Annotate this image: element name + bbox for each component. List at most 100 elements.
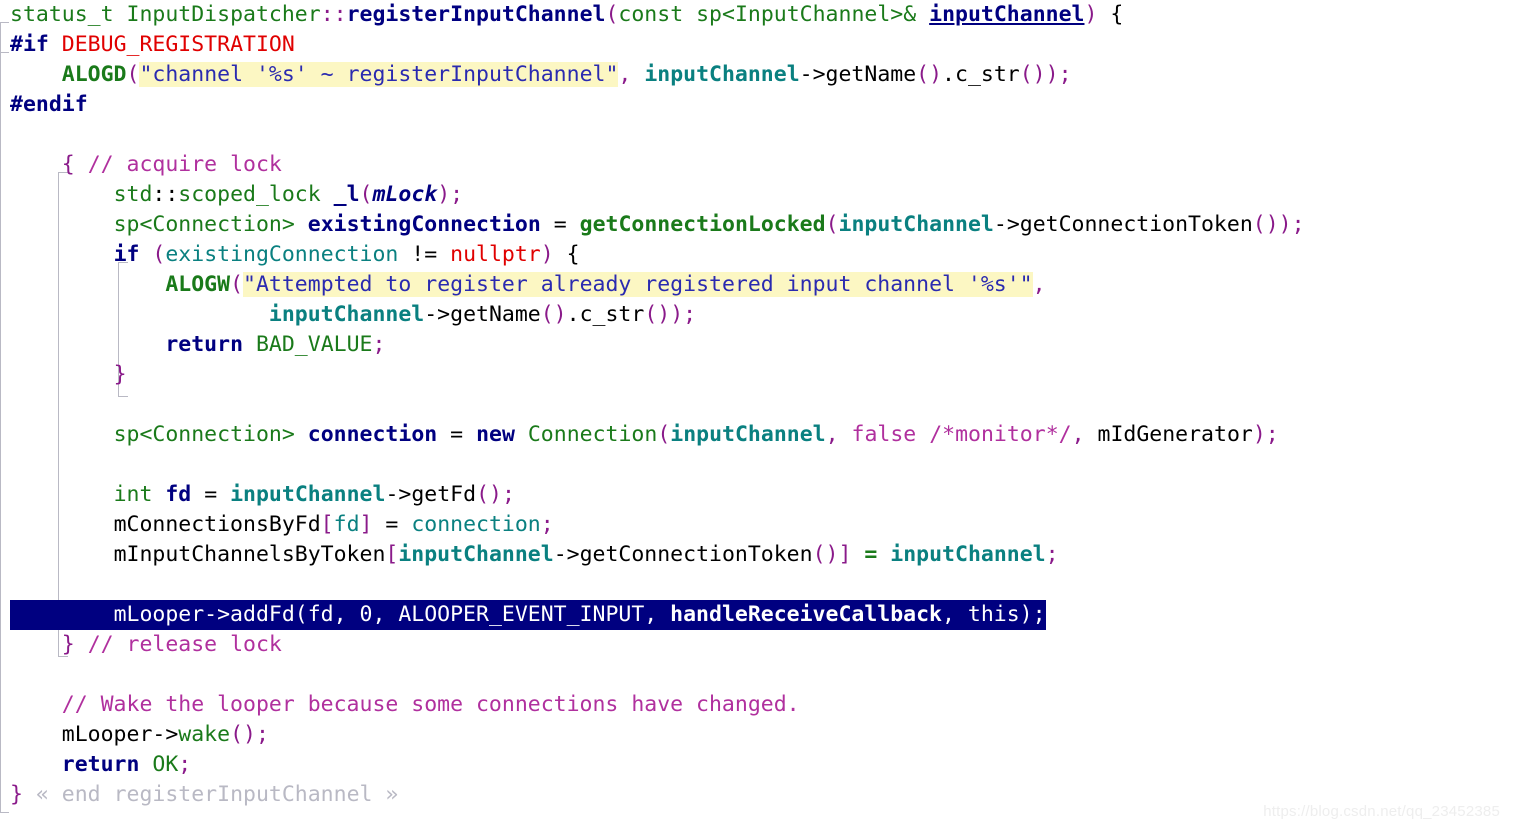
code-line[interactable]: sp<Connection> connection = new Connecti…	[0, 420, 1514, 450]
code-token: if	[113, 242, 140, 267]
code-line[interactable]: ALOGD("channel '%s' ~ registerInputChann…	[0, 60, 1514, 90]
code-line[interactable]	[0, 570, 1514, 600]
code-token: inputChannel	[670, 422, 826, 447]
code-token: =	[437, 422, 477, 447]
code-token: ())	[1252, 212, 1292, 237]
code-line[interactable]: { // acquire lock	[0, 150, 1514, 180]
code-text: } « end registerInputChannel »	[10, 780, 398, 810]
code-token: DEBUG_REGISTRATION	[61, 32, 295, 57]
code-line[interactable]: // Wake the looper because some connecti…	[0, 690, 1514, 720]
code-token: ()	[812, 542, 839, 567]
code-token: ;	[540, 512, 554, 537]
code-line[interactable]: if (existingConnection != nullptr) {	[0, 240, 1514, 270]
code-token: ;	[255, 722, 269, 747]
code-editor[interactable]: status_t InputDispatcher::registerInputC…	[0, 0, 1514, 830]
code-text: sp<Connection> connection = new Connecti…	[10, 420, 1279, 450]
code-token: {	[1097, 2, 1124, 27]
code-token: mLooper	[61, 722, 153, 747]
code-token: fd	[333, 512, 360, 537]
code-token: )	[1084, 2, 1098, 27]
code-token: (	[359, 182, 373, 207]
code-token: false	[851, 422, 917, 447]
code-text: ALOGD("channel '%s' ~ registerInputChann…	[10, 60, 1072, 90]
code-text: int fd = inputChannel->getFd();	[10, 480, 515, 510]
code-line[interactable]: sp<Connection> existingConnection = getC…	[0, 210, 1514, 240]
code-line[interactable]: return OK;	[0, 750, 1514, 780]
code-token: BAD_VALUE	[255, 332, 373, 357]
code-text: { // acquire lock	[10, 150, 282, 180]
code-token: ,	[825, 422, 839, 447]
code-text: std::scoped_lock _l(mLock);	[10, 180, 464, 210]
code-token: return	[165, 332, 244, 357]
code-token: inputChannel	[890, 542, 1046, 567]
code-text: #if DEBUG_REGISTRATION	[10, 30, 295, 60]
code-token: mLock	[372, 182, 438, 207]
code-token: [	[320, 512, 334, 537]
code-token: mInputChannelsByToken	[113, 542, 386, 567]
code-line[interactable]: }	[0, 360, 1514, 390]
code-line[interactable]: std::scoped_lock _l(mLock);	[0, 180, 1514, 210]
code-token: getName	[825, 62, 917, 87]
code-token: ()	[916, 62, 943, 87]
code-token: inputChannel	[268, 302, 425, 327]
code-token: inputChannel	[230, 482, 386, 507]
code-token: =	[864, 542, 878, 567]
code-token: /*monitor*/	[929, 422, 1072, 447]
code-token: ,	[1032, 272, 1046, 297]
code-token: ,	[618, 62, 632, 87]
code-token: ;	[372, 332, 386, 357]
code-token: =	[372, 512, 412, 537]
code-line[interactable]: return BAD_VALUE;	[0, 330, 1514, 360]
code-token: ->	[799, 62, 826, 87]
code-line[interactable]: #if DEBUG_REGISTRATION	[0, 30, 1514, 60]
code-token: ;	[683, 302, 697, 327]
code-token: connection	[307, 422, 438, 447]
code-line[interactable]	[0, 390, 1514, 420]
code-token: }	[113, 362, 127, 387]
code-token: existingConnection	[307, 212, 541, 237]
code-token: inputChannel	[929, 2, 1085, 27]
code-line[interactable]	[0, 660, 1514, 690]
code-line[interactable]: ALOGW("Attempted to register already reg…	[0, 270, 1514, 300]
code-line[interactable]: mLooper->addFd(fd, 0, ALOOPER_EVENT_INPU…	[0, 600, 1514, 630]
code-line[interactable]: mLooper->wake();	[0, 720, 1514, 750]
code-line[interactable]: #endif	[0, 90, 1514, 120]
code-token: sp	[113, 422, 140, 447]
code-token: c_str	[579, 302, 645, 327]
code-token: >	[281, 212, 295, 237]
code-token: ->	[424, 302, 451, 327]
code-line[interactable]	[0, 120, 1514, 150]
code-token: std	[113, 182, 153, 207]
code-token: ]	[359, 512, 373, 537]
highlighted-string-token: "channel '%s' ~ registerInputChannel"	[139, 62, 619, 87]
code-token: nullptr	[450, 242, 541, 267]
code-token: .	[566, 302, 580, 327]
fold-marker-line-27	[0, 812, 9, 813]
code-line[interactable]: mInputChannelsByToken[inputChannel->getC…	[0, 540, 1514, 570]
code-token: handleReceiveCallback	[670, 602, 942, 627]
code-line[interactable]: mConnectionsByFd[fd] = connection;	[0, 510, 1514, 540]
code-token: wake	[178, 722, 231, 747]
code-line[interactable]: int fd = inputChannel->getFd();	[0, 480, 1514, 510]
code-line[interactable]: status_t InputDispatcher::registerInputC…	[0, 0, 1514, 30]
code-line[interactable]	[0, 450, 1514, 480]
code-line[interactable]: } // release lock	[0, 630, 1514, 660]
code-line[interactable]: inputChannel->getName().c_str());	[0, 300, 1514, 330]
